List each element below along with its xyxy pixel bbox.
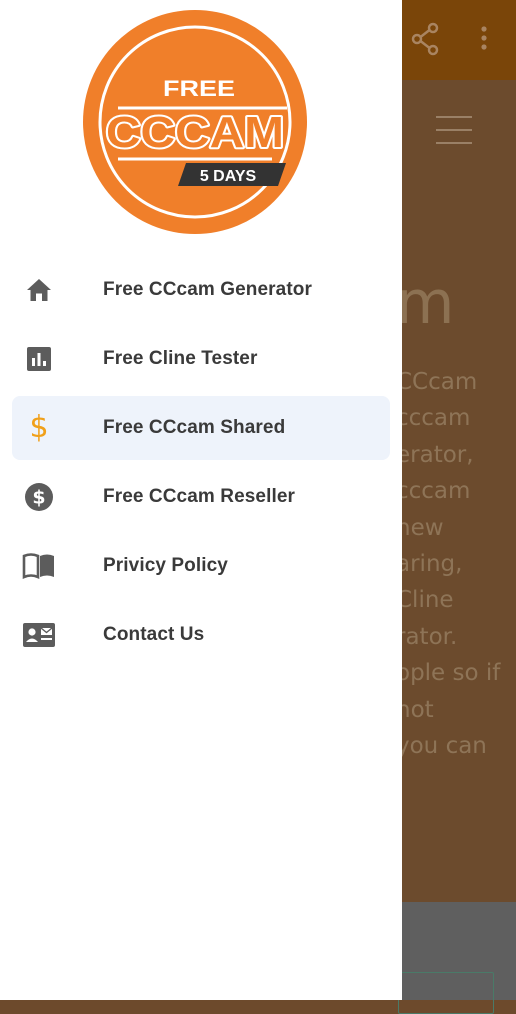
menu-item-free-cccam-reseller[interactable]: $ Free CCcam Reseller <box>12 465 390 529</box>
body-text-line: not <box>396 696 434 723</box>
body-text-line: cccam <box>396 405 471 432</box>
page-heading-fragment: m <box>396 268 455 338</box>
menu-item-label: Privicy Policy <box>103 555 228 576</box>
body-text-line: Cline <box>396 587 454 614</box>
body-text-line: new <box>396 514 444 541</box>
dollar-icon: $ <box>22 412 56 444</box>
menu-item-privicy-policy[interactable]: Privicy Policy <box>12 534 390 598</box>
menu-item-free-cccam-generator[interactable]: Free CCcam Generator <box>12 258 390 322</box>
logo-main-text-fill: CCCAM <box>106 108 284 157</box>
hamburger-menu-icon[interactable] <box>436 116 472 144</box>
menu-item-label: Contact Us <box>103 624 205 645</box>
dollar-glyph: $ <box>29 410 49 445</box>
menu-item-label: Free Cline Tester <box>103 348 258 369</box>
home-icon <box>22 274 56 306</box>
body-text-line: erator, <box>396 441 474 468</box>
book-icon <box>22 550 56 582</box>
menu-item-label: Free CCcam Reseller <box>103 486 296 507</box>
footer-button[interactable] <box>398 972 494 1014</box>
svg-text:$: $ <box>32 487 45 509</box>
body-text-line: CCcam <box>396 369 478 395</box>
app-logo: FREE CCCAM CCCAM 5 DAYS <box>83 10 307 234</box>
logo-top-text: FREE <box>163 76 235 101</box>
menu-item-free-cline-tester[interactable]: Free Cline Tester <box>12 327 390 391</box>
body-text-line: ople so if <box>396 660 501 687</box>
logo-badge-text: 5 DAYS <box>200 168 257 185</box>
navigation-drawer: FREE CCCAM CCCAM 5 DAYS Free CCcam Gener… <box>0 0 402 1000</box>
share-icon[interactable] <box>410 22 440 56</box>
contact-card-icon <box>22 619 56 651</box>
page-body-text: CCcam cccam erator, cccam new aring, Cli… <box>396 364 516 764</box>
menu-item-free-cccam-shared[interactable]: $ Free CCcam Shared <box>12 396 390 460</box>
menu-item-contact-us[interactable]: Contact Us <box>12 603 390 667</box>
drawer-menu: Free CCcam Generator Free Cline Tester $… <box>0 258 402 672</box>
dollar-circle-icon: $ <box>22 481 56 513</box>
more-vert-icon[interactable] <box>478 24 490 54</box>
body-text-line: you can <box>396 732 487 759</box>
body-text-line: rator. <box>396 623 458 650</box>
menu-item-label: Free CCcam Shared <box>103 417 286 438</box>
menu-item-label: Free CCcam Generator <box>103 279 312 300</box>
body-text-line: aring, <box>396 550 463 577</box>
bar-chart-icon <box>22 343 56 375</box>
body-text-line: cccam <box>396 478 471 505</box>
